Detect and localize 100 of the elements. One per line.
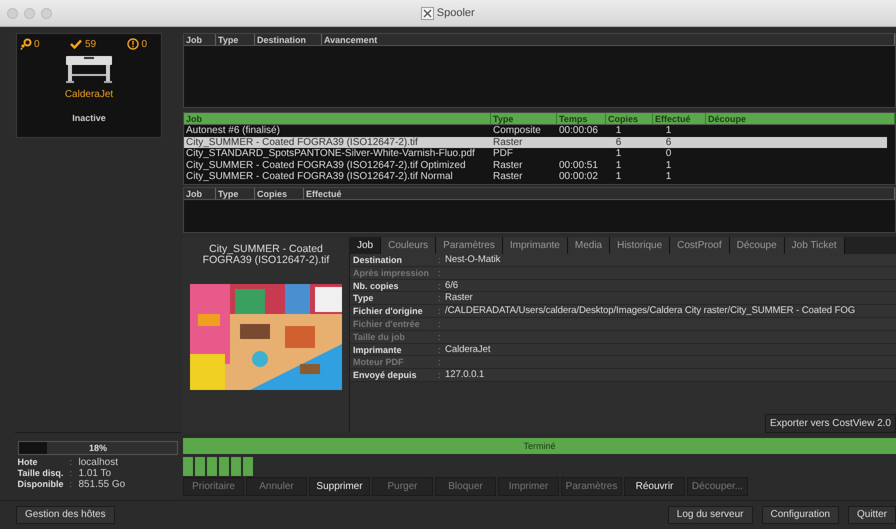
action-button[interactable]: Réouvrir — [624, 477, 685, 496]
table-cell: Composite — [493, 125, 541, 136]
column-header: Temps — [557, 113, 606, 124]
table-cell: 1 — [666, 125, 672, 136]
table-cell: 1 — [616, 171, 622, 182]
separator: : — [70, 457, 74, 468]
close-light[interactable] — [7, 8, 18, 19]
action-button[interactable]: Bloquer — [435, 477, 496, 496]
column-header: Copies — [255, 188, 304, 199]
counter-value: 0 — [34, 38, 40, 52]
gears-icon — [20, 38, 32, 50]
separator: : — [438, 254, 442, 266]
action-button[interactable]: Découper... — [687, 477, 748, 496]
column-header: Avancement — [322, 34, 895, 45]
zoom-light[interactable] — [41, 8, 52, 19]
table-cell: 0 — [666, 148, 672, 159]
column-header: Copies — [606, 113, 653, 124]
tab[interactable]: Job Ticket — [784, 237, 845, 254]
check-icon — [70, 38, 82, 50]
info-label: Taille disq. — [18, 468, 64, 479]
table-cell: Raster — [493, 171, 522, 182]
table-cell: 6 — [666, 136, 672, 148]
info-label: Hote — [18, 457, 38, 468]
footer-button[interactable]: Log du serveur — [668, 506, 752, 524]
job-status-bar: Terminé — [183, 438, 896, 454]
footer-button[interactable]: Gestion des hôtes — [16, 506, 115, 524]
table-cell: 1 — [666, 171, 672, 182]
tab[interactable]: Media — [568, 237, 610, 254]
property-label: Nb. copies — [352, 280, 400, 292]
table-cell: 1 — [616, 125, 622, 136]
tab[interactable]: Imprimante — [502, 237, 568, 254]
printer-status: Inactive — [71, 112, 107, 124]
counter-value: 59 — [84, 38, 96, 52]
disk-usage-percent: 18% — [88, 442, 108, 454]
window-title: Spooler — [436, 6, 475, 21]
property-label: Taille du job — [352, 330, 406, 343]
table-cell: 1 — [616, 160, 622, 170]
job-row[interactable]: Autonest #6 (finalisé) Composite 00:00:06 1 1 — [184, 125, 887, 136]
printer-card[interactable]: 0 59 0 CalderaJet Inactive — [16, 33, 162, 138]
column-header: Effectué — [304, 188, 895, 199]
job-row[interactable]: City_SUMMER - Coated FOGRA39 (ISO12647-2).tif Raster 6 6 — [184, 136, 887, 148]
separator: : — [438, 330, 442, 343]
tab[interactable]: Paramètres — [436, 237, 503, 254]
preview-title: City_SUMMER - Coated FOGRA39 (ISO12647-2).tif — [202, 244, 330, 266]
tab[interactable]: CostProof — [670, 237, 730, 254]
action-button[interactable]: Imprimer — [498, 477, 559, 496]
separator: : — [438, 356, 442, 368]
tab[interactable]: Job — [350, 237, 382, 254]
column-header: Type — [216, 34, 255, 45]
property-value: 127.0.0.1 — [445, 369, 484, 381]
printer-icon — [64, 54, 114, 84]
property-label: Fichier d'entrée — [352, 318, 421, 330]
property-label: Envoyé depuis — [352, 369, 418, 381]
separator: : — [438, 344, 442, 356]
tab[interactable]: Couleurs — [381, 237, 436, 254]
table-cell: PDF — [493, 148, 513, 159]
table-cell: Autonest #6 (finalisé) — [186, 125, 280, 136]
column-header: Type — [491, 113, 557, 124]
separator: : — [438, 318, 442, 330]
job-row[interactable]: City_STANDARD_SpotsPANTONE-Silver-White-Varnish-Fluo.pdf PDF 1 0 — [184, 148, 887, 160]
separator: : — [438, 266, 442, 279]
property-value: Raster — [445, 292, 473, 304]
x-logo-icon — [421, 6, 434, 20]
property-label: Destination — [352, 254, 404, 266]
property-value: 6/6 — [445, 280, 458, 292]
separator: : — [438, 369, 442, 381]
table-cell: 6 — [616, 136, 622, 148]
action-button[interactable]: Annuler — [246, 477, 307, 496]
column-header: Job — [184, 34, 216, 45]
property-value: /CALDERADATA/Users/caldera/Desktop/Images/Caldera City raster/City_SUMMER - Coated FOG — [445, 305, 856, 317]
tab[interactable]: Découpe — [730, 237, 785, 254]
export-button[interactable]: Exporter vers CostView 2.0 — [765, 414, 896, 433]
table-cell: City_STANDARD_SpotsPANTONE-Silver-White-Varnish-Fluo.pdf — [186, 148, 475, 159]
job-row[interactable]: City_SUMMER - Coated FOGRA39 (ISO12647-2).tif Optimized Raster 00:00:51 1 1 — [184, 160, 887, 171]
column-header: Découpe — [706, 113, 895, 124]
action-button[interactable]: Purger — [372, 477, 433, 496]
footer-button[interactable]: Configuration — [762, 506, 839, 524]
table-cell: 00:00:02 — [559, 171, 598, 182]
property-value: Nest-O-Matik — [445, 254, 500, 266]
separator: : — [438, 305, 442, 317]
separator: : — [70, 479, 74, 490]
minimize-light[interactable] — [24, 8, 35, 19]
info-value: localhost — [78, 457, 118, 468]
footer-button[interactable]: Quitter — [848, 506, 896, 524]
table-cell: 00:00:06 — [559, 125, 598, 136]
action-button[interactable]: Paramètres — [561, 477, 622, 496]
counter-value: 0 — [141, 38, 147, 52]
column-header: Job — [184, 188, 216, 199]
column-header: Job — [184, 113, 491, 124]
tab[interactable]: Historique — [610, 237, 670, 254]
column-header: Type — [216, 188, 255, 199]
info-label: Disponible — [18, 479, 65, 490]
property-label: Moteur PDF — [352, 356, 404, 368]
info-value: 851.55 Go — [78, 479, 126, 490]
separator: : — [438, 280, 442, 292]
separator: : — [70, 468, 74, 479]
action-button[interactable]: Supprimer — [309, 477, 370, 496]
property-label: Fichier d'origine — [352, 305, 424, 317]
action-button[interactable]: Prioritaire — [183, 477, 244, 496]
job-row[interactable]: City_SUMMER - Coated FOGRA39 (ISO12647-2).tif Normal Raster 00:00:02 1 1 — [184, 171, 887, 182]
